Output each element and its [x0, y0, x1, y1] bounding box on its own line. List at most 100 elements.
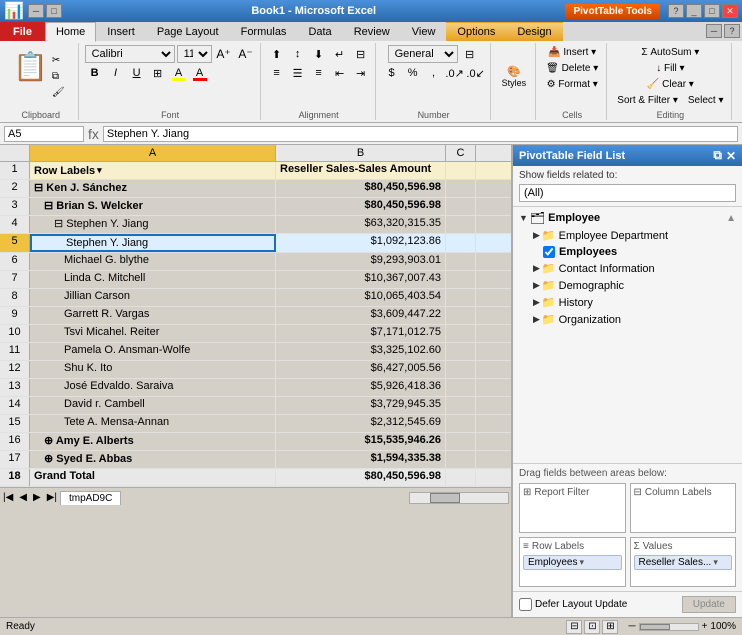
zoom-out-btn[interactable]: ─: [628, 621, 635, 632]
expand-icon[interactable]: ▶: [533, 297, 540, 308]
cell-a10[interactable]: Tsvi Micahel. Reiter: [30, 325, 276, 342]
tab-nav-last[interactable]: ▶|: [44, 492, 60, 503]
cell-a5[interactable]: Stephen Y. Jiang: [30, 234, 276, 252]
row-num[interactable]: 5: [0, 234, 30, 252]
close-btn[interactable]: ✕: [722, 4, 738, 18]
tab-file[interactable]: File: [0, 22, 45, 41]
sort-filter-btn[interactable]: Sort & Filter ▾: [613, 93, 682, 108]
increase-indent-btn[interactable]: ⇥: [351, 64, 371, 82]
cell-a16[interactable]: ⊕ Amy E. Alberts: [30, 433, 276, 450]
align-bottom-btn[interactable]: ⬇: [309, 45, 329, 63]
employees-checkbox[interactable]: [543, 246, 555, 258]
field-item-history[interactable]: ▶ 📁 History: [513, 294, 742, 311]
align-top-btn[interactable]: ⬆: [267, 45, 287, 63]
wrap-text-btn[interactable]: ↵: [330, 45, 350, 63]
cell-a17[interactable]: ⊕ Syed E. Abbas: [30, 451, 276, 468]
cell-b16[interactable]: $15,535,946.26: [276, 433, 446, 450]
italic-btn[interactable]: I: [106, 64, 126, 82]
row-num[interactable]: 12: [0, 361, 30, 378]
restore-btn[interactable]: □: [46, 4, 62, 18]
col-header-a[interactable]: A: [30, 145, 276, 161]
number-format-select[interactable]: General: [388, 45, 458, 63]
employees-chip[interactable]: Employees ▾: [523, 555, 622, 570]
align-right-btn[interactable]: ≡: [309, 64, 329, 82]
update-button[interactable]: Update: [682, 596, 736, 613]
cell-b5[interactable]: $1,092,123.86: [276, 234, 446, 252]
field-item-employee-dept[interactable]: ▶ 📁 Employee Department: [513, 227, 742, 244]
tab-page-layout[interactable]: Page Layout: [146, 22, 230, 41]
zoom-thumb[interactable]: [640, 624, 670, 630]
bold-btn[interactable]: B: [85, 64, 105, 82]
comma-btn[interactable]: ,: [424, 64, 444, 82]
row-num[interactable]: 17: [0, 451, 30, 468]
row-num[interactable]: 8: [0, 289, 30, 306]
ribbon-minimize-btn[interactable]: ─: [706, 24, 722, 38]
cell-b9[interactable]: $3,609,447.22: [276, 307, 446, 324]
number-format-expand-btn[interactable]: ⊟: [460, 45, 480, 63]
insert-cells-btn[interactable]: 📥 Insert ▾: [544, 45, 600, 60]
increase-font-btn[interactable]: A⁺: [214, 45, 234, 63]
increase-decimal-btn[interactable]: .0↗: [445, 64, 465, 82]
sum-btn[interactable]: Σ AutoSum ▾: [637, 45, 703, 60]
tab-review[interactable]: Review: [343, 22, 401, 41]
maximize-btn[interactable]: □: [704, 4, 720, 18]
expand-icon[interactable]: ▶: [533, 263, 540, 274]
cell-a3[interactable]: ⊟ Brian S. Welcker: [30, 198, 276, 215]
zoom-slider[interactable]: [639, 623, 699, 631]
row-num[interactable]: 9: [0, 307, 30, 324]
field-item-demographic[interactable]: ▶ 📁 Demographic: [513, 277, 742, 294]
cell-b13[interactable]: $5,926,418.36: [276, 379, 446, 396]
tab-nav-next[interactable]: ▶: [30, 492, 44, 503]
field-item-organization[interactable]: ▶ 📁 Organization: [513, 311, 742, 328]
pivot-area-column-labels[interactable]: ⊟ Column Labels: [630, 483, 737, 533]
row-num[interactable]: 4: [0, 216, 30, 233]
pivot-close-btn[interactable]: ✕: [726, 149, 736, 163]
pivot-area-report-filter[interactable]: ⊞ Report Filter: [519, 483, 626, 533]
row-num[interactable]: 15: [0, 415, 30, 432]
cell-a7[interactable]: Linda C. Mitchell: [30, 271, 276, 288]
col-header-c[interactable]: C: [446, 145, 476, 161]
row-num[interactable]: 2: [0, 180, 30, 197]
align-center-btn[interactable]: ☰: [288, 64, 308, 82]
name-box[interactable]: [4, 126, 84, 142]
tab-nav-first[interactable]: |◀: [0, 492, 16, 503]
row-num[interactable]: 13: [0, 379, 30, 396]
currency-btn[interactable]: $: [382, 64, 402, 82]
row-num[interactable]: 3: [0, 198, 30, 215]
cell-a6[interactable]: Michael G. blythe: [30, 253, 276, 270]
expand-icon[interactable]: ▶: [533, 280, 540, 291]
cell-a14[interactable]: David r. Cambell: [30, 397, 276, 414]
row-num[interactable]: 16: [0, 433, 30, 450]
reseller-sales-chip[interactable]: Reseller Sales... ▾: [634, 555, 733, 570]
cell-a2[interactable]: ⊟ Ken J. Sánchez: [30, 180, 276, 197]
fill-btn[interactable]: ↓ Fill ▾: [652, 61, 688, 76]
expand-icon[interactable]: ▶: [533, 230, 540, 241]
cell-a18[interactable]: Grand Total: [30, 469, 276, 486]
format-cells-btn[interactable]: ⚙ Format ▾: [543, 77, 602, 92]
help-btn[interactable]: ?: [668, 4, 684, 18]
pivot-area-row-labels[interactable]: ≡ Row Labels Employees ▾: [519, 537, 626, 587]
tab-view[interactable]: View: [401, 22, 447, 41]
merge-btn[interactable]: ⊟: [351, 45, 371, 63]
field-item-employee[interactable]: ▼ 🗂 Employee ▲: [513, 209, 742, 227]
cell-a4[interactable]: ⊟ Stephen Y. Jiang: [30, 216, 276, 233]
format-painter-btn[interactable]: 🖌: [48, 85, 69, 100]
decrease-indent-btn[interactable]: ⇤: [330, 64, 350, 82]
page-layout-view-btn[interactable]: ⊡: [584, 620, 600, 634]
tab-options[interactable]: Options: [446, 22, 506, 41]
copy-btn[interactable]: ⧉: [48, 69, 69, 84]
page-break-view-btn[interactable]: ⊞: [602, 620, 618, 634]
clear-btn[interactable]: 🧹 Clear ▾: [643, 77, 698, 92]
cell-a9[interactable]: Garrett R. Vargas: [30, 307, 276, 324]
find-select-btn[interactable]: Select ▾: [684, 93, 728, 108]
formula-input[interactable]: [103, 126, 738, 142]
horizontal-scrollbar[interactable]: [409, 492, 509, 504]
cell-b2[interactable]: $80,450,596.98: [276, 180, 446, 197]
cell-b8[interactable]: $10,065,403.54: [276, 289, 446, 306]
delete-cells-btn[interactable]: 🗑 Delete ▾: [542, 61, 602, 76]
expand-icon[interactable]: ▶: [533, 314, 540, 325]
paste-btn[interactable]: 📋 ✂ ⧉ 🖌: [8, 50, 74, 103]
font-size-select[interactable]: 11: [177, 45, 212, 63]
zoom-in-btn[interactable]: +: [702, 621, 708, 632]
cell-b11[interactable]: $3,325,102.60: [276, 343, 446, 360]
